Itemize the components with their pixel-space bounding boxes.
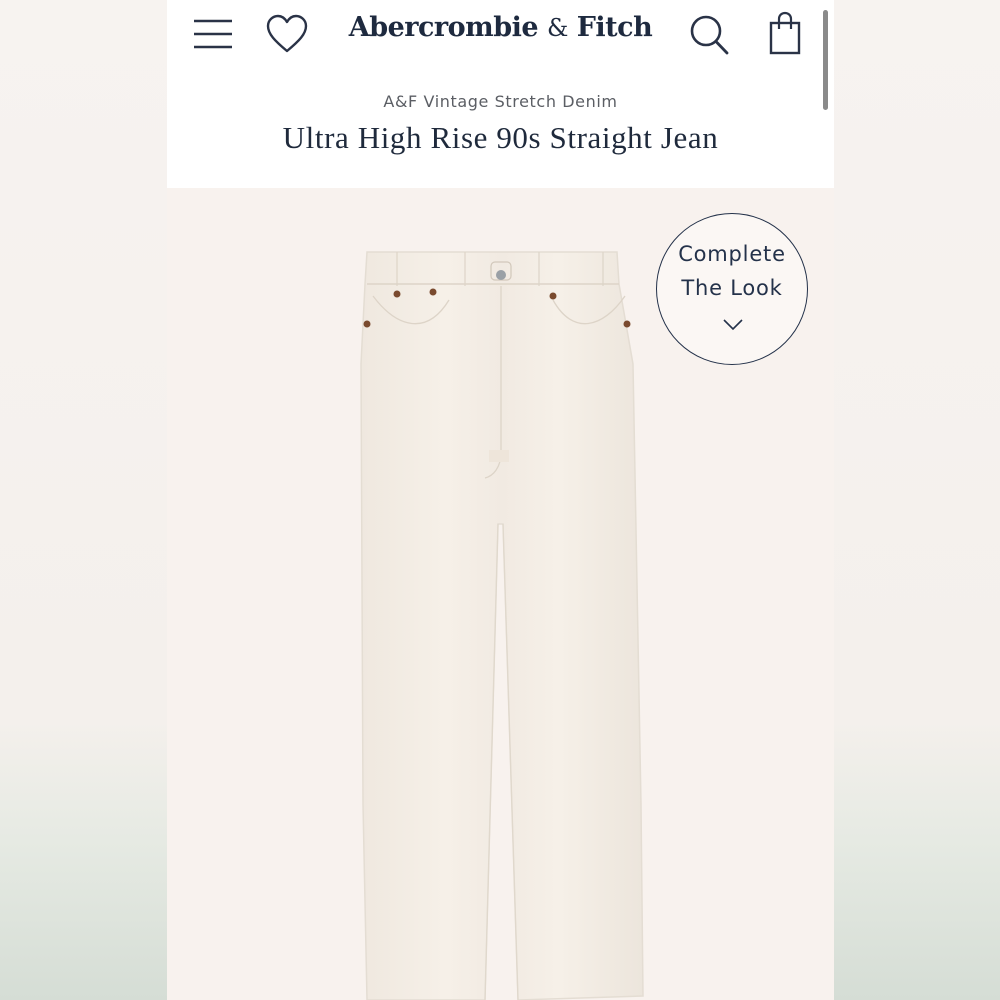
brand-name-2: Fitch xyxy=(576,12,653,43)
brand-logo[interactable]: Abercrombie & Fitch xyxy=(317,12,684,43)
menu-button[interactable] xyxy=(191,14,235,54)
jeans-image xyxy=(360,251,644,1000)
complete-the-look-line1: Complete xyxy=(678,242,786,266)
top-navigation-bar: Abercrombie & Fitch xyxy=(167,0,834,110)
heart-icon xyxy=(266,14,308,53)
shopping-bag-icon xyxy=(769,11,801,55)
search-button[interactable] xyxy=(687,12,731,56)
product-title: Ultra High Rise 90s Straight Jean xyxy=(282,120,719,155)
product-collection[interactable]: A&F Vintage Stretch Denim xyxy=(167,92,834,111)
search-icon xyxy=(690,15,729,55)
brand-name: Abercrombie xyxy=(348,12,539,43)
complete-the-look-line2: The Look xyxy=(681,276,783,300)
chevron-down-icon xyxy=(723,319,743,331)
backdrop-left xyxy=(0,0,167,1000)
shopping-bag-button[interactable] xyxy=(763,10,807,58)
backdrop-right xyxy=(834,0,1000,1000)
product-header: A&F Vintage Stretch Denim Ultra High Ris… xyxy=(167,80,834,188)
complete-the-look-button[interactable]: Complete The Look xyxy=(656,213,808,365)
menu-icon xyxy=(194,19,232,49)
product-image[interactable]: Complete The Look xyxy=(167,188,834,1000)
mobile-page: Abercrombie & Fitch A&F Vintage Stretch … xyxy=(167,0,834,1000)
wishlist-button[interactable] xyxy=(265,14,309,56)
brand-ampersand: & xyxy=(546,14,568,42)
